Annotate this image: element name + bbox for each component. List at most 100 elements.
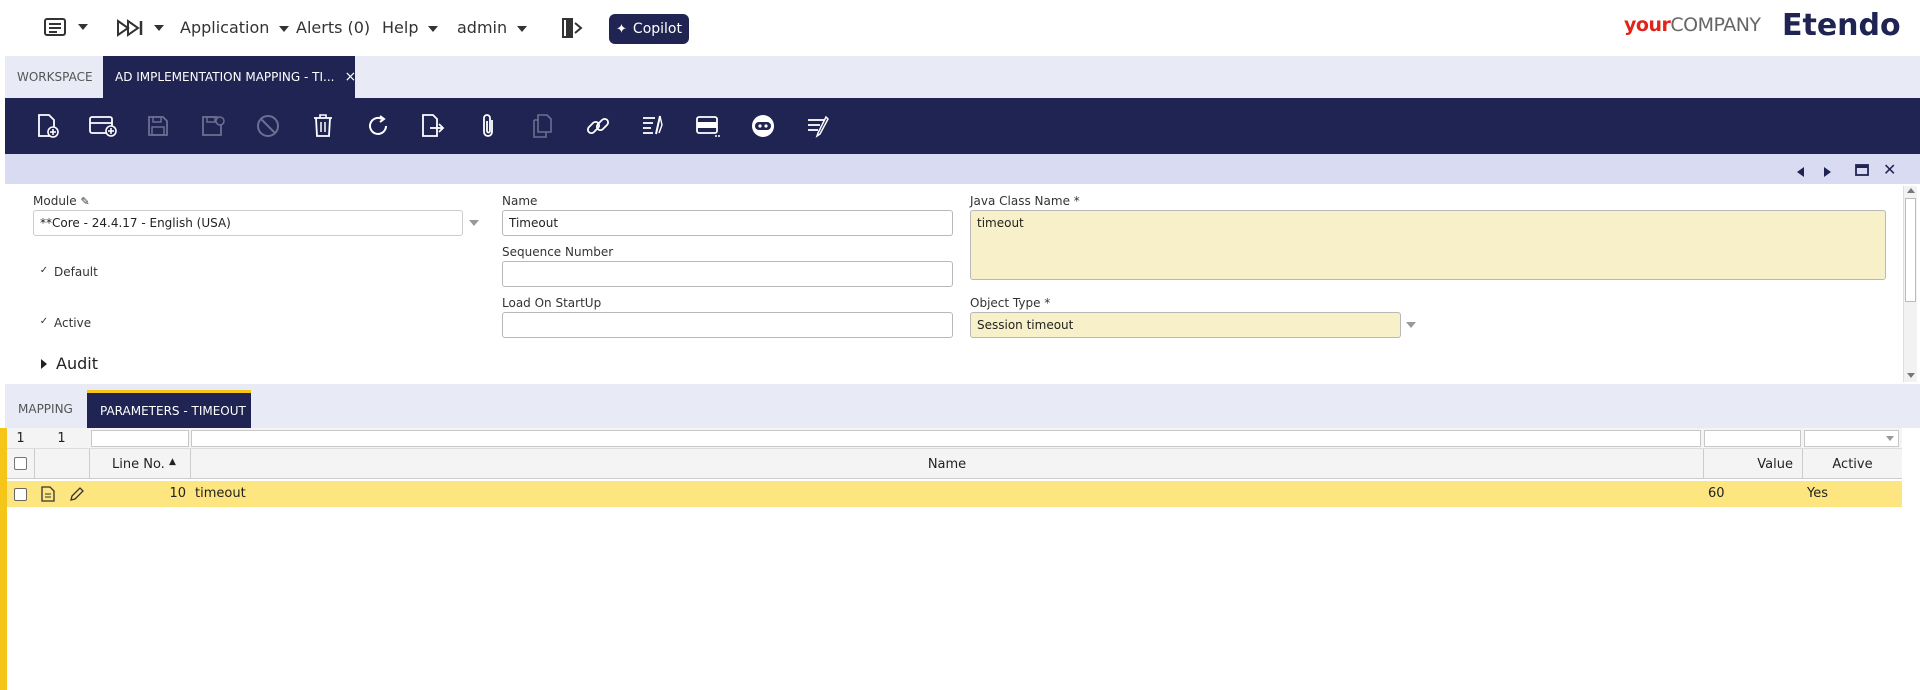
cancel-icon bbox=[257, 115, 279, 137]
open-form-button[interactable] bbox=[41, 486, 55, 506]
name-field[interactable]: Timeout bbox=[502, 210, 953, 236]
object-type-field[interactable]: Session timeout bbox=[970, 312, 1401, 338]
active-checkbox[interactable]: ✓ bbox=[38, 316, 50, 328]
value-filter-input[interactable] bbox=[1704, 430, 1801, 447]
module-field[interactable]: **Core - 24.4.17 - English (USA) bbox=[33, 210, 463, 236]
scrollbar-thumb[interactable] bbox=[1905, 198, 1916, 302]
fast-forward-icon bbox=[117, 19, 143, 37]
scroll-up-icon[interactable] bbox=[1907, 188, 1915, 193]
form-header-bar: ✕ bbox=[5, 154, 1920, 184]
copilot-bot-button[interactable] bbox=[748, 112, 778, 140]
child-tab-bar: MAPPING PARAMETERS - TIMEOUT bbox=[5, 384, 1920, 428]
next-record-button[interactable] bbox=[1823, 163, 1833, 182]
active-label: Active bbox=[54, 316, 92, 330]
audit-trail-button[interactable] bbox=[638, 112, 668, 140]
sort-ascending-icon: ▲ bbox=[168, 457, 176, 467]
column-header-line-no[interactable]: Line No. ▲ bbox=[112, 457, 176, 472]
column-header-value[interactable]: Value bbox=[1704, 457, 1799, 472]
link-icon bbox=[586, 117, 610, 135]
table-row[interactable] bbox=[7, 481, 1902, 507]
help-menu-label: Help bbox=[382, 18, 419, 37]
arrow-right-icon bbox=[1824, 167, 1831, 177]
save-icon bbox=[148, 116, 168, 136]
chevron-down-icon bbox=[279, 25, 290, 32]
chevron-down-icon bbox=[154, 25, 164, 31]
help-menu[interactable]: Help bbox=[382, 18, 439, 37]
cell-name: timeout bbox=[195, 486, 246, 501]
previous-record-button[interactable] bbox=[1795, 163, 1805, 182]
save-close-icon bbox=[202, 116, 225, 136]
chevron-down-icon bbox=[428, 25, 439, 32]
java-class-name-label: Java Class Name * bbox=[970, 194, 1080, 208]
close-tab-icon[interactable]: × bbox=[344, 69, 356, 85]
load-on-startup-field[interactable] bbox=[502, 312, 953, 338]
new-document-button[interactable] bbox=[33, 112, 63, 140]
menu-list-icon bbox=[44, 18, 66, 36]
pencil-icon: ✎ bbox=[80, 195, 90, 208]
arrow-left-icon bbox=[1797, 167, 1804, 177]
tab-workspace[interactable]: WORKSPACE bbox=[5, 56, 103, 98]
save-button[interactable] bbox=[143, 112, 173, 140]
line-filter-input[interactable] bbox=[91, 430, 189, 447]
main-menu-button[interactable] bbox=[44, 16, 88, 38]
module-dropdown-icon[interactable] bbox=[469, 220, 479, 226]
new-row-icon bbox=[89, 116, 117, 137]
name-filter-input[interactable] bbox=[191, 430, 1701, 447]
column-header-name[interactable]: Name bbox=[191, 457, 1703, 472]
java-class-name-field[interactable]: timeout bbox=[970, 210, 1886, 280]
grid-view-button[interactable] bbox=[693, 112, 723, 140]
sequence-number-field[interactable] bbox=[502, 261, 953, 287]
quick-launch-button[interactable] bbox=[116, 18, 164, 38]
alerts-link[interactable]: Alerts (0) bbox=[296, 18, 370, 37]
tab-label: AD IMPLEMENTATION MAPPING - TI... bbox=[115, 70, 335, 84]
copilot-button[interactable]: ✦ Copilot bbox=[609, 14, 689, 44]
attach-button[interactable] bbox=[473, 112, 503, 140]
load-on-startup-label: Load On StartUp bbox=[502, 296, 602, 310]
column-header-active[interactable]: Active bbox=[1803, 457, 1902, 472]
delete-button[interactable] bbox=[308, 112, 338, 140]
cell-line-no: 10 bbox=[169, 486, 186, 501]
undo-button[interactable] bbox=[253, 112, 283, 140]
document-icon bbox=[41, 486, 55, 502]
export-button[interactable] bbox=[418, 112, 448, 140]
scroll-down-icon[interactable] bbox=[1907, 373, 1915, 378]
refresh-button[interactable] bbox=[363, 112, 393, 140]
default-checkbox[interactable]: ✓ bbox=[38, 265, 50, 277]
close-window-icon[interactable]: ✕ bbox=[1883, 160, 1896, 179]
new-document-icon bbox=[38, 114, 59, 138]
application-menu-label: Application bbox=[180, 18, 270, 37]
form-scrollbar[interactable] bbox=[1903, 186, 1917, 382]
logout-button[interactable] bbox=[560, 17, 584, 43]
row-select-checkbox[interactable] bbox=[14, 488, 27, 501]
select-all-checkbox[interactable] bbox=[14, 457, 27, 470]
notes-button[interactable] bbox=[803, 112, 833, 140]
link-button[interactable] bbox=[583, 112, 613, 140]
total-count: 1 bbox=[57, 431, 66, 446]
chevron-down-icon[interactable] bbox=[1886, 436, 1894, 441]
copilot-label: Copilot bbox=[632, 21, 682, 37]
audit-section-header[interactable]: Audit bbox=[56, 354, 98, 373]
new-row-button[interactable] bbox=[88, 112, 118, 140]
cell-value: 60 bbox=[1708, 486, 1725, 501]
object-type-dropdown-icon[interactable] bbox=[1406, 322, 1416, 328]
application-menu[interactable]: Application bbox=[180, 18, 290, 37]
object-type-label: Object Type * bbox=[970, 296, 1051, 310]
toolbar bbox=[5, 98, 1920, 154]
caret-right-icon[interactable] bbox=[41, 359, 47, 369]
etendo-logo: Etendo bbox=[1782, 8, 1901, 43]
name-label: Name bbox=[502, 194, 538, 208]
tab-parameters-timeout[interactable]: PARAMETERS - TIMEOUT bbox=[87, 390, 251, 428]
user-menu[interactable]: admin bbox=[457, 18, 528, 37]
edit-row-button[interactable] bbox=[69, 486, 85, 506]
clone-button[interactable] bbox=[528, 112, 558, 140]
tab-mapping[interactable]: MAPPING bbox=[5, 390, 87, 428]
refresh-icon bbox=[369, 115, 387, 135]
form-grid-icon bbox=[696, 116, 720, 137]
active-filter-select[interactable] bbox=[1804, 430, 1899, 447]
tab-ad-implementation-mapping[interactable]: AD IMPLEMENTATION MAPPING - TI... × bbox=[103, 56, 356, 98]
save-close-button[interactable] bbox=[198, 112, 228, 140]
chevron-down-icon bbox=[78, 24, 88, 30]
selected-count: 1 bbox=[16, 431, 25, 446]
maximize-button[interactable] bbox=[1855, 162, 1869, 181]
window-tab-bar: WORKSPACE AD IMPLEMENTATION MAPPING - TI… bbox=[5, 56, 1920, 98]
